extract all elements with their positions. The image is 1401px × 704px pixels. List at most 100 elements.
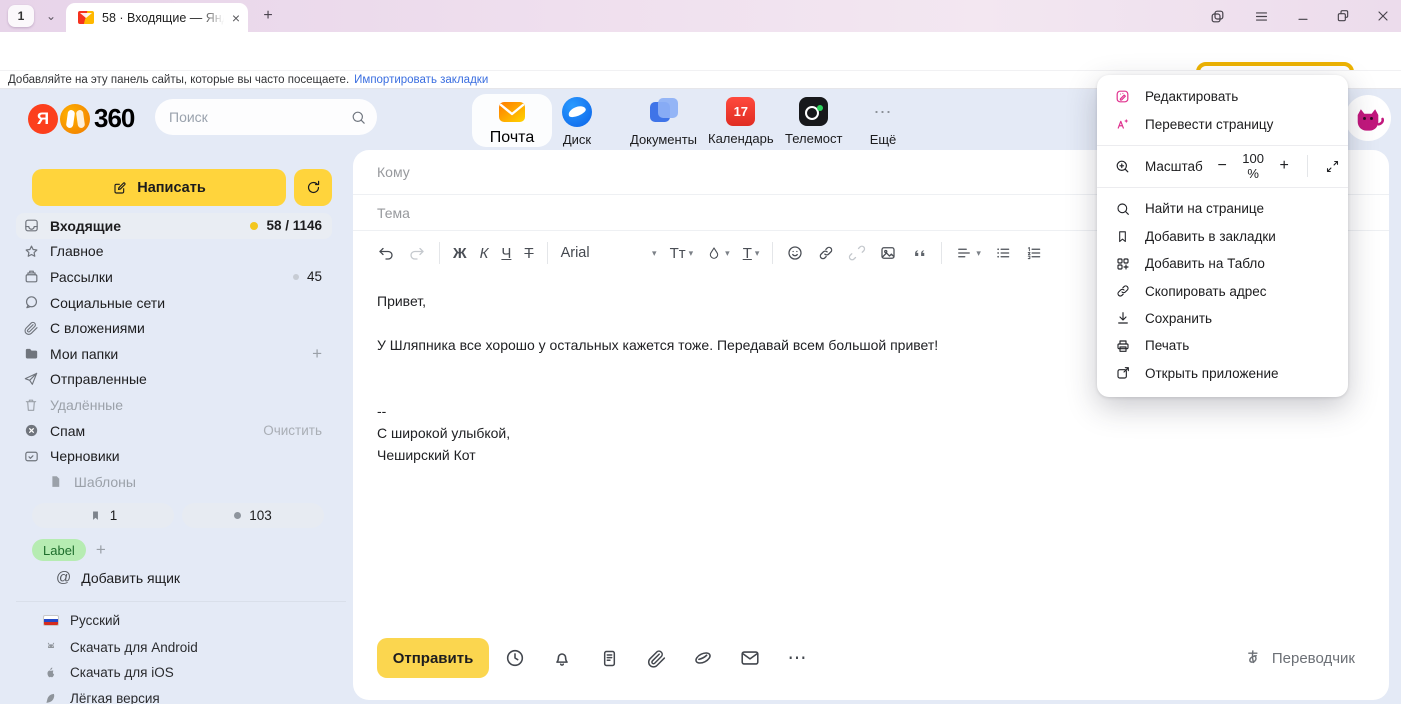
menu-item-add-bookmark[interactable]: Добавить в закладки [1097, 223, 1348, 250]
paperclip-icon [22, 320, 40, 336]
undo-button[interactable] [377, 244, 395, 262]
folder-spam[interactable]: Спам Очистить [16, 418, 332, 444]
text-color-select[interactable]: Т▾ [743, 245, 760, 262]
download-ios-label: Скачать для iOS [70, 665, 174, 680]
side-panel-icon[interactable] [1206, 7, 1228, 25]
strikethrough-button[interactable]: Т [524, 245, 533, 262]
folder-important[interactable]: Главное [16, 239, 332, 265]
user-avatar[interactable] [1345, 95, 1391, 141]
bullet-list-button[interactable] [994, 244, 1012, 262]
menu-item-translate-page[interactable]: Перевести страницу [1097, 110, 1348, 137]
bookmarked-filter-pill[interactable]: 1 [32, 503, 174, 528]
menu-item-save[interactable]: Сохранить [1097, 305, 1348, 332]
add-folder-button[interactable]: + [312, 344, 322, 364]
template-button[interactable] [597, 646, 621, 670]
service-more[interactable]: ⋯ Ещё [868, 97, 898, 147]
folder-spam-label: Спам [50, 423, 253, 439]
tab-group-chevron-icon[interactable]: ⌄ [40, 5, 62, 27]
insert-link-button[interactable] [817, 244, 835, 262]
service-calendar[interactable]: 17 Календарь [708, 97, 774, 146]
active-tab[interactable]: 58 · Входящие — Яндек × [66, 3, 248, 32]
window-close-button[interactable] [1372, 7, 1394, 25]
at-icon: @ [56, 569, 71, 586]
translator-button[interactable]: Переводчик [1243, 648, 1355, 668]
attach-file-button[interactable] [644, 646, 668, 670]
fullscreen-button[interactable] [1325, 154, 1340, 178]
download-android-link[interactable]: Скачать для Android [42, 639, 198, 655]
menu-item-edit[interactable]: Редактировать [1097, 83, 1348, 110]
schedule-send-button[interactable] [503, 646, 527, 670]
add-mailbox-button[interactable]: @ Добавить ящик [56, 569, 180, 586]
label-tag[interactable]: Label [32, 539, 86, 561]
numbered-list-button[interactable] [1025, 244, 1043, 262]
service-disk[interactable]: Диск [562, 97, 592, 147]
window-restore-button[interactable] [1332, 7, 1354, 25]
browser-menu-icon[interactable] [1250, 7, 1272, 25]
refresh-mail-button[interactable] [294, 169, 332, 206]
folder-drafts[interactable]: Черновики [16, 443, 332, 469]
drafts-icon [22, 448, 40, 465]
service-documents[interactable]: Документы [630, 97, 697, 147]
align-select[interactable]: ▾ [955, 244, 981, 262]
menu-item-print[interactable]: Печать [1097, 332, 1348, 359]
folder-social[interactable]: Социальные сети [16, 290, 332, 316]
menu-item-add-tablo[interactable]: Добавить на Табло [1097, 250, 1348, 277]
window-minimize-button[interactable] [1292, 7, 1314, 25]
attach-from-mail-button[interactable] [738, 646, 762, 670]
import-bookmarks-link[interactable]: Импортировать закладки [354, 74, 488, 86]
highlight-color-select[interactable]: ▾ [706, 245, 730, 261]
more-actions-button[interactable]: ⋯ [785, 646, 809, 670]
zoom-out-button[interactable]: − [1216, 154, 1229, 178]
font-size-select[interactable]: Тт▾ [670, 245, 694, 262]
menu-item-open-app[interactable]: Открыть приложение [1097, 360, 1348, 387]
page-background-strip [1389, 178, 1401, 704]
compose-button[interactable]: Написать [32, 169, 286, 206]
disk-service-icon [562, 97, 592, 127]
service-mail-label: Почта [490, 129, 534, 147]
edit-pink-icon [1113, 88, 1132, 105]
folder-templates[interactable]: Шаблоны [16, 469, 332, 495]
menu-item-copy-address[interactable]: Скопировать адрес [1097, 277, 1348, 304]
font-family-select[interactable]: Arial ▾ [561, 245, 657, 261]
folder-inbox[interactable]: Входящие 58 / 1146 [16, 213, 332, 239]
bold-button[interactable]: Ж [453, 245, 467, 262]
folder-trash[interactable]: Удалённые [16, 392, 332, 418]
unread-count: 103 [249, 508, 272, 523]
labels-row: Label + [32, 539, 106, 561]
folder-attachments[interactable]: С вложениями [16, 315, 332, 341]
unread-filter-pill[interactable]: 103 [182, 503, 324, 528]
service-telemost[interactable]: Телемост [785, 97, 842, 146]
light-version-link[interactable]: Лёгкая версия [42, 691, 160, 704]
toolbar-separator [547, 242, 548, 264]
add-label-button[interactable]: + [96, 540, 106, 560]
tab-title: 58 · Входящие — Яндек [102, 11, 224, 25]
zoom-in-button[interactable]: + [1278, 154, 1291, 178]
language-switcher[interactable]: Русский [42, 613, 120, 628]
redo-button[interactable] [408, 244, 426, 262]
download-ios-link[interactable]: Скачать для iOS [42, 665, 174, 680]
tab-close-icon[interactable]: × [232, 11, 240, 25]
underline-button[interactable]: Ч [501, 245, 511, 262]
emoji-button[interactable] [786, 244, 804, 262]
attach-from-disk-button[interactable] [691, 646, 715, 670]
russian-flag-icon [42, 615, 59, 626]
folder-drafts-label: Черновики [50, 448, 322, 464]
quote-button[interactable] [910, 244, 928, 262]
new-tab-button[interactable]: + [258, 6, 278, 26]
insert-image-button[interactable] [879, 244, 897, 262]
tab-group-chip[interactable]: 1 [8, 5, 34, 27]
folder-newsletters[interactable]: Рассылки 45 [16, 264, 332, 290]
notify-button[interactable] [550, 646, 574, 670]
clear-spam-button[interactable]: Очистить [263, 423, 322, 438]
service-mail[interactable]: Почта [472, 94, 552, 147]
menu-item-find[interactable]: Найти на странице [1097, 195, 1348, 222]
zoom-separator [1307, 155, 1308, 177]
send-button[interactable]: Отправить [377, 638, 489, 678]
folder-newsletters-label: Рассылки [50, 269, 283, 285]
folder-list: Входящие 58 / 1146 Главное Рассылки 45 С… [16, 213, 332, 495]
filter-pills: 1 103 [32, 503, 324, 528]
folder-my-folders[interactable]: Мои папки + [16, 341, 332, 367]
italic-button[interactable]: К [480, 245, 489, 262]
remove-link-button[interactable] [848, 244, 866, 262]
folder-sent[interactable]: Отправленные [16, 367, 332, 393]
